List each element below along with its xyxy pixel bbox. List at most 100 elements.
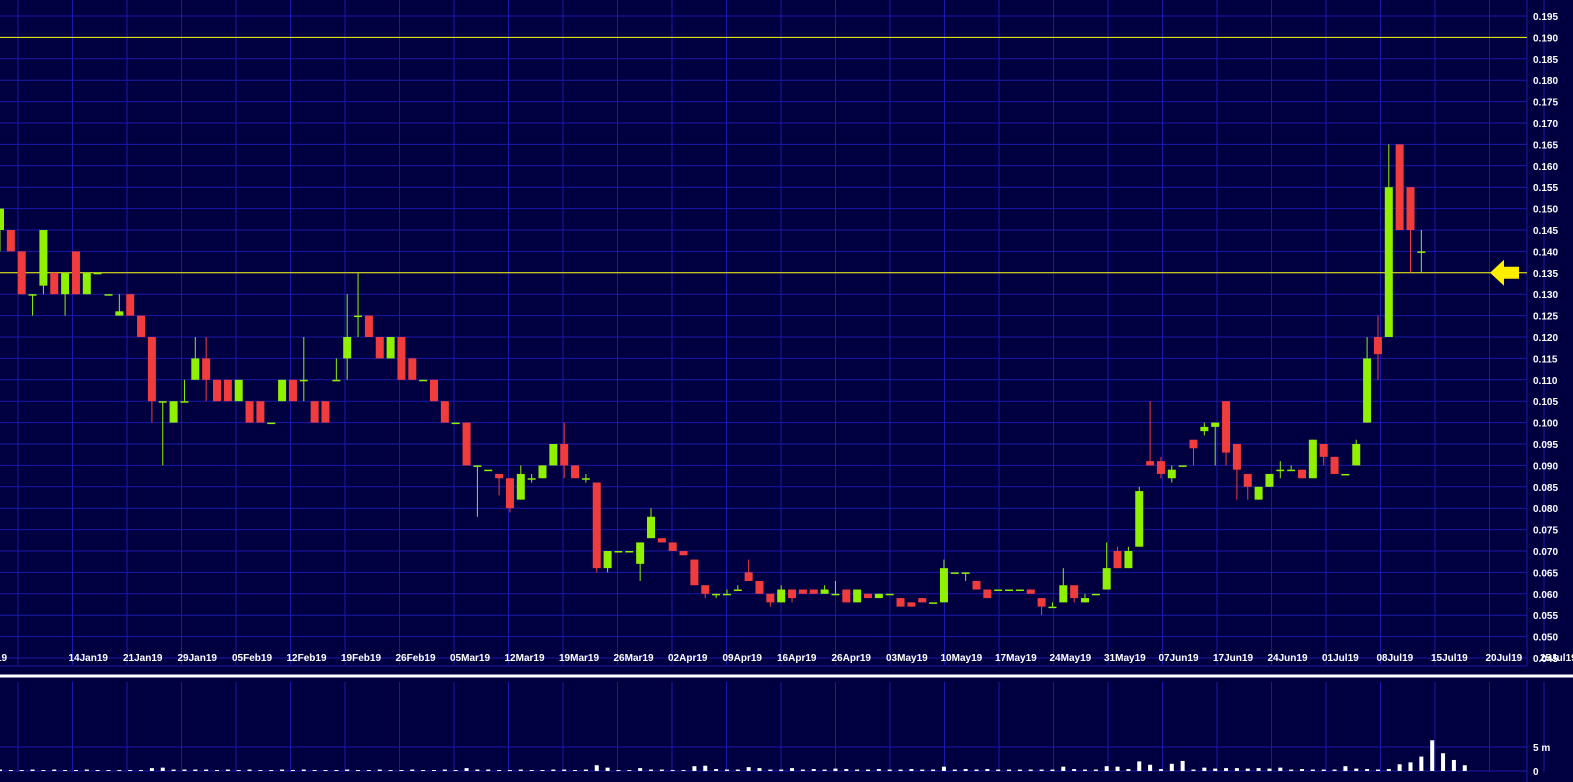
price-tick-label: 0.145 [1533, 226, 1558, 237]
candle-body [93, 272, 102, 275]
candle-body [603, 551, 612, 569]
candle-body [820, 589, 829, 594]
candle-body [722, 593, 731, 596]
volume-bar [149, 768, 154, 771]
candle [310, 401, 319, 423]
volume-bar [486, 769, 491, 771]
volume-bar [204, 769, 209, 771]
date-tick-label: 26Mar19 [614, 653, 654, 664]
price-tick-label: 0.080 [1533, 504, 1558, 515]
volume-bar [1007, 769, 1012, 771]
price-tick-label: 0.110 [1533, 376, 1558, 387]
date-tick-label: 25Jul19 [1540, 653, 1573, 664]
volume-bar [280, 769, 285, 771]
volume-bar [1224, 768, 1229, 771]
volume-bar [1267, 768, 1272, 771]
candle-body [1070, 585, 1079, 599]
volume-bar [312, 770, 317, 771]
candle [256, 401, 265, 423]
candle [39, 230, 48, 295]
candle [278, 379, 287, 402]
candle [842, 589, 851, 603]
volume-bar [1289, 769, 1294, 771]
volume-bar [1300, 769, 1304, 771]
volume-bar [1462, 765, 1467, 771]
volume-bar [236, 770, 241, 771]
price-tick-label: 0.090 [1533, 461, 1558, 472]
candle-body [419, 379, 428, 382]
candle-body [451, 422, 460, 425]
candle-body [1308, 439, 1317, 479]
candle-body [1287, 469, 1296, 472]
volume-bar [790, 768, 795, 771]
candle-body [733, 589, 742, 592]
date-tick-label: 24Jun19 [1268, 653, 1308, 664]
candle [321, 401, 330, 423]
candle [267, 422, 276, 425]
candle-body [1135, 491, 1144, 547]
candle-body [267, 422, 276, 425]
candle-body [310, 401, 319, 423]
candle-body [278, 379, 287, 402]
candle [386, 337, 395, 359]
candle-body [744, 572, 753, 581]
candle-body [907, 602, 916, 607]
candle-body [1037, 598, 1046, 607]
candle-body [668, 542, 677, 551]
candle-body [874, 593, 883, 599]
volume-bar [464, 768, 469, 771]
candle [1135, 486, 1144, 547]
price-tick-label: 0.105 [1533, 397, 1558, 408]
date-tick-label: 08Jul19 [1377, 653, 1414, 664]
volume-bar [941, 766, 946, 771]
volume-bar [1310, 769, 1315, 771]
volume-bar [583, 769, 588, 771]
volume-bar [442, 769, 447, 771]
volume-bar [1375, 769, 1380, 771]
volume-bar [106, 770, 111, 771]
volume-bar [735, 769, 740, 771]
candle-body [484, 469, 493, 472]
candle-body [1091, 593, 1100, 596]
candle [918, 598, 927, 603]
candle [419, 379, 428, 382]
candle-body [1059, 585, 1068, 603]
volume-bar [779, 769, 784, 771]
volume-bar [1343, 766, 1348, 771]
candle-body [126, 294, 135, 316]
candle-body [766, 593, 775, 603]
candle [798, 589, 807, 594]
volume-bar [746, 767, 751, 771]
price-tick-label: 0.155 [1533, 183, 1558, 194]
candle-body [1156, 461, 1165, 474]
price-tick-label: 0.150 [1533, 205, 1558, 216]
candle-body [701, 585, 710, 594]
candle-body [809, 589, 818, 594]
candle-body [82, 272, 91, 295]
price-tick-label: 0.120 [1533, 333, 1558, 344]
date-tick-label: 21Jan19 [123, 653, 163, 664]
volume-bar [811, 769, 816, 771]
candle [864, 593, 872, 599]
price-tick-label: 0.115 [1533, 354, 1558, 365]
volume-bar [475, 769, 480, 771]
candle-body [1048, 606, 1057, 609]
candle-body [679, 551, 688, 556]
candle [885, 593, 894, 596]
date-tick-label: 29Jan19 [178, 653, 218, 664]
volume-bar [507, 770, 512, 771]
volume-bar [627, 770, 632, 771]
candle [1341, 473, 1350, 476]
candle [1308, 439, 1317, 479]
volume-bar [139, 770, 144, 771]
candle-body [364, 315, 373, 337]
candle-body [39, 230, 48, 286]
candle-body [202, 358, 211, 380]
volume-bar [1430, 740, 1435, 771]
candle-body [527, 478, 536, 480]
candle-body [864, 593, 872, 599]
volume-bar [1278, 767, 1283, 771]
volume-bar [1104, 766, 1109, 771]
candle-body [647, 516, 655, 539]
candle [462, 422, 471, 466]
